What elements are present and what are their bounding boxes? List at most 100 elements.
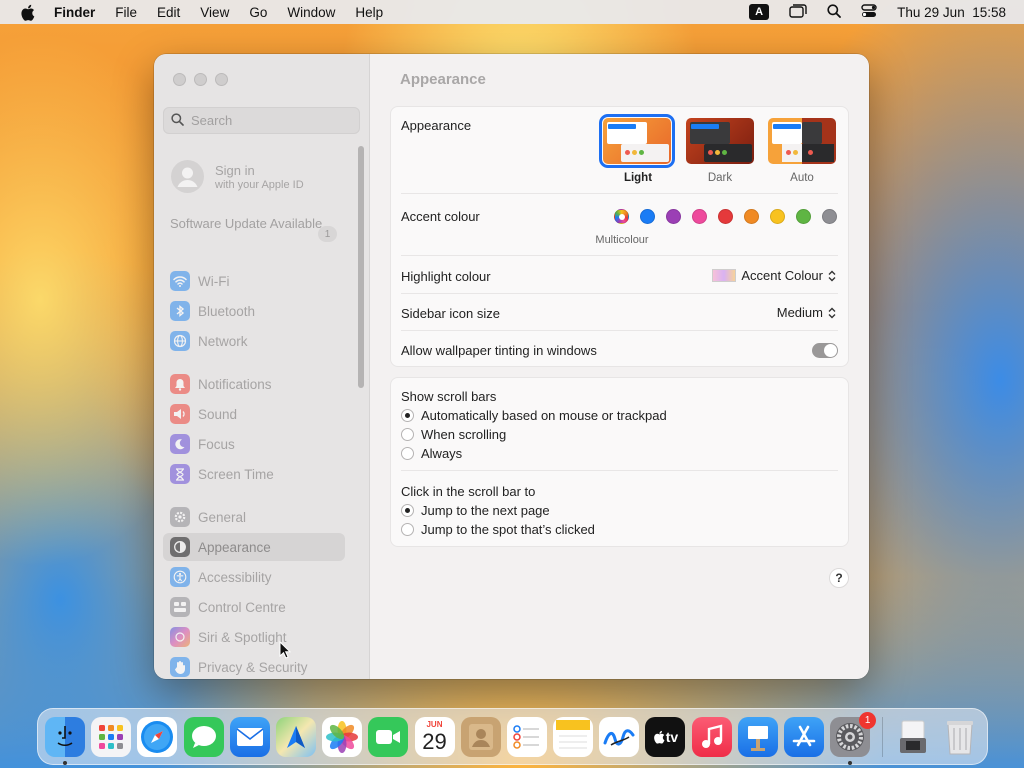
- dock-contacts-icon[interactable]: [460, 716, 501, 757]
- menu-app-name[interactable]: Finder: [54, 5, 95, 20]
- radio-button-checked[interactable]: [401, 409, 414, 422]
- dock-safari-icon[interactable]: [137, 716, 178, 757]
- apple-id-signin[interactable]: Sign in with your Apple ID: [171, 160, 304, 193]
- sidebar-item-bluetooth[interactable]: Bluetooth: [163, 297, 345, 325]
- sidebar-item-privacy-security[interactable]: Privacy & Security: [163, 653, 345, 679]
- radio-scroll-always[interactable]: Always: [401, 446, 462, 461]
- siri-icon: [170, 627, 190, 647]
- scroll-bars-card: Show scroll bars Automatically based on …: [390, 377, 849, 547]
- click-scroll-bar-label: Click in the scroll bar to: [401, 484, 536, 499]
- show-scroll-bars-label: Show scroll bars: [401, 389, 497, 404]
- menu-clock[interactable]: Thu 29 Jun 15:58: [897, 5, 1006, 20]
- highlight-colour-label: Highlight colour: [401, 269, 491, 284]
- accent-yellow-swatch[interactable]: [770, 209, 785, 224]
- dock-notes-icon[interactable]: [553, 716, 594, 757]
- dock-keynote-icon[interactable]: [737, 716, 778, 757]
- chevron-updown-icon: [828, 307, 836, 319]
- dock-mail-icon[interactable]: [229, 716, 270, 757]
- zoom-button[interactable]: [215, 73, 228, 86]
- apple-menu-icon[interactable]: [18, 3, 36, 21]
- sidebar-item-network[interactable]: Network: [163, 327, 345, 355]
- accent-purple-swatch[interactable]: [666, 209, 681, 224]
- calendar-month: JUN: [426, 719, 443, 729]
- dock-music-icon[interactable]: [691, 716, 732, 757]
- radio-scroll-when-scrolling[interactable]: When scrolling: [401, 427, 506, 442]
- appearance-auto-option[interactable]: [768, 118, 836, 164]
- mouse-pointer-icon: [279, 640, 292, 662]
- sidebar: Sign in with your Apple ID Software Upda…: [154, 54, 370, 679]
- menu-help[interactable]: Help: [355, 5, 383, 20]
- software-update-item[interactable]: Software Update Available: [170, 216, 340, 232]
- dock-launchpad-icon[interactable]: [91, 716, 132, 757]
- sidebar-scrollbar[interactable]: [358, 146, 364, 388]
- menu-go[interactable]: Go: [249, 5, 267, 20]
- menu-view[interactable]: View: [200, 5, 229, 20]
- dock-app-store-icon[interactable]: [784, 716, 824, 757]
- dock-freeform-icon[interactable]: [599, 716, 640, 757]
- sidebar-item-screen-time[interactable]: Screen Time: [163, 460, 345, 488]
- dock-reminders-icon[interactable]: [506, 716, 547, 757]
- accent-green-swatch[interactable]: [796, 209, 811, 224]
- dock: JUN 29 tv 1: [37, 708, 988, 765]
- menu-window[interactable]: Window: [287, 5, 335, 20]
- dock-maps-icon[interactable]: [275, 716, 316, 757]
- radio-click-next-page[interactable]: Jump to the next page: [401, 503, 550, 518]
- accent-graphite-swatch[interactable]: [822, 209, 837, 224]
- menu-edit[interactable]: Edit: [157, 5, 180, 20]
- sidebar-item-label: Wi-Fi: [198, 273, 230, 289]
- radio-button[interactable]: [401, 523, 414, 536]
- chevron-updown-icon: [828, 270, 836, 282]
- accent-red-swatch[interactable]: [718, 209, 733, 224]
- radio-label: Jump to the next page: [421, 503, 550, 518]
- input-source-icon[interactable]: A: [749, 4, 770, 20]
- control-centre-icon[interactable]: [861, 3, 877, 21]
- accent-multicolour-swatch[interactable]: [614, 209, 629, 224]
- dock-calendar-icon[interactable]: JUN 29: [414, 716, 455, 757]
- window-switcher-icon[interactable]: [789, 3, 807, 21]
- accent-blue-swatch[interactable]: [640, 209, 655, 224]
- radio-label: When scrolling: [421, 427, 507, 442]
- wallpaper-tinting-toggle[interactable]: [812, 343, 838, 358]
- radio-click-spot[interactable]: Jump to the spot that’s clicked: [401, 522, 595, 537]
- highlight-colour-popup[interactable]: Accent Colour: [712, 268, 836, 283]
- menu-file[interactable]: File: [115, 5, 137, 20]
- sidebar-icon-size-popup[interactable]: Medium: [777, 305, 836, 320]
- radio-button[interactable]: [401, 428, 414, 441]
- radio-scroll-automatic[interactable]: Automatically based on mouse or trackpad: [401, 408, 667, 423]
- sidebar-item-siri-spotlight[interactable]: Siri & Spotlight: [163, 623, 345, 651]
- sidebar-item-notifications[interactable]: Notifications: [163, 370, 345, 398]
- appearance-light-option[interactable]: [599, 114, 675, 168]
- dock-tv-icon[interactable]: tv: [645, 716, 686, 757]
- search-icon: [171, 112, 184, 129]
- radio-button-checked[interactable]: [401, 504, 414, 517]
- sidebar-item-appearance[interactable]: Appearance: [163, 533, 345, 561]
- minimize-button[interactable]: [194, 73, 207, 86]
- sidebar-item-general[interactable]: General: [163, 503, 345, 531]
- dock-finder-icon[interactable]: [45, 716, 85, 765]
- sidebar-item-label: Focus: [198, 436, 235, 452]
- sidebar-item-wifi[interactable]: Wi-Fi: [163, 267, 345, 295]
- search-field[interactable]: [163, 107, 360, 134]
- accent-orange-swatch[interactable]: [744, 209, 759, 224]
- radio-button[interactable]: [401, 447, 414, 460]
- dock-system-settings-icon[interactable]: 1: [830, 711, 877, 765]
- sidebar-item-accessibility[interactable]: Accessibility: [163, 563, 345, 591]
- appearance-light-label: Light: [623, 172, 653, 184]
- sidebar-item-focus[interactable]: Focus: [163, 430, 345, 458]
- spotlight-search-icon[interactable]: [827, 3, 842, 21]
- signin-title: Sign in: [215, 162, 255, 178]
- dock-photos-icon[interactable]: [322, 716, 363, 757]
- appearance-dark-option[interactable]: [686, 118, 754, 164]
- search-input[interactable]: [191, 113, 351, 128]
- accent-pink-swatch[interactable]: [692, 209, 707, 224]
- sidebar-item-sound[interactable]: Sound: [163, 400, 345, 428]
- dock-messages-icon[interactable]: [183, 716, 224, 757]
- help-button[interactable]: ?: [829, 568, 849, 588]
- divider: [401, 470, 838, 471]
- sidebar-item-control-centre[interactable]: Control Centre: [163, 593, 345, 621]
- close-button[interactable]: [173, 73, 186, 86]
- sidebar-item-label: General: [198, 509, 247, 525]
- dock-facetime-icon[interactable]: [368, 716, 409, 757]
- dock-trash-icon[interactable]: [940, 717, 980, 757]
- dock-preview-icon[interactable]: [893, 717, 933, 757]
